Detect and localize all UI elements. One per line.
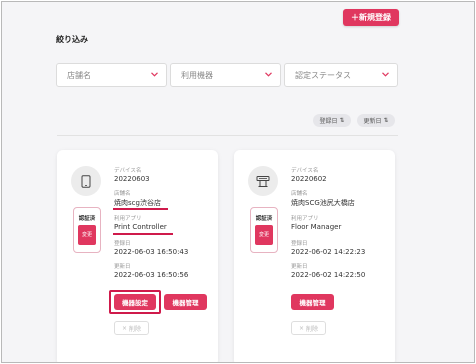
store-label: 店舗名	[291, 191, 308, 197]
sort-icon: ⇅	[339, 117, 345, 124]
cert-status-badge: 認証済 変更	[250, 207, 278, 253]
sort-updated-button[interactable]: 更新日 ⇅	[357, 114, 395, 127]
filter-title: 絞り込み	[56, 35, 88, 44]
app-label: 利用アプリ	[291, 216, 319, 222]
chevron-down-icon	[151, 71, 158, 79]
cert-status-select-placeholder: 認定ステータス	[295, 70, 351, 80]
sort-registered-label: 登録日	[319, 118, 338, 125]
store-value: 焼肉SCG池尻大橋店	[291, 199, 355, 207]
registered-label: 登録日	[291, 241, 308, 247]
app-frame: ＋新規登録 絞り込み 店舗名 利用機器 認定ステータス 登録日 ⇅ 更新日 ⇅	[1, 1, 475, 363]
sort-icon: ⇅	[383, 117, 389, 124]
new-registration-button[interactable]: ＋新規登録	[343, 9, 399, 26]
updated-label: 更新日	[114, 264, 131, 270]
tablet-icon	[71, 166, 101, 196]
registered-value: 2022-06-03 16:50:43	[114, 248, 189, 256]
printer-icon	[248, 166, 278, 196]
device-name-value: 20220603	[114, 175, 150, 183]
cert-status-label: 認証済	[78, 216, 96, 222]
updated-value: 2022-06-02 14:22:50	[291, 271, 366, 279]
app-value: Print Controller	[114, 223, 167, 231]
updated-value: 2022-06-03 16:50:56	[114, 271, 189, 279]
store-label: 店舗名	[114, 191, 131, 197]
device-name-value: 20220602	[291, 175, 327, 183]
delete-button[interactable]: × 削除	[291, 321, 326, 335]
app-value: Floor Manager	[291, 223, 342, 231]
delete-button[interactable]: × 削除	[114, 321, 149, 335]
device-settings-button[interactable]: 機器設定	[114, 294, 156, 310]
cert-status-label: 認証済	[255, 216, 273, 222]
app-underline	[113, 233, 173, 235]
store-value: 焼肉scg渋谷店	[114, 199, 161, 207]
cert-status-badge: 認証済 変更	[73, 207, 101, 253]
device-name-label: デバイス名	[291, 168, 319, 174]
device-manage-button[interactable]: 機器管理	[291, 294, 334, 310]
close-icon: ×	[298, 324, 304, 332]
cert-status-select[interactable]: 認定ステータス	[284, 63, 398, 87]
store-underline	[113, 208, 168, 210]
chevron-down-icon	[382, 71, 389, 79]
divider	[57, 135, 398, 136]
device-select[interactable]: 利用機器	[170, 63, 281, 87]
delete-label: 削除	[129, 325, 142, 333]
device-name-label: デバイス名	[114, 168, 142, 174]
device-select-placeholder: 利用機器	[181, 70, 213, 80]
device-manage-button[interactable]: 機器管理	[164, 294, 207, 310]
delete-label: 削除	[306, 325, 319, 333]
updated-label: 更新日	[291, 264, 308, 270]
device-card: 認証済 変更 デバイス名 20220603 店舗名 焼肉scg渋谷店 利用アプリ…	[57, 150, 218, 362]
close-icon: ×	[121, 324, 127, 332]
sort-registered-button[interactable]: 登録日 ⇅	[313, 114, 351, 127]
registered-label: 登録日	[114, 241, 131, 247]
store-name-select-placeholder: 店舗名	[67, 70, 91, 80]
registered-value: 2022-06-02 14:22:23	[291, 248, 366, 256]
cert-change-button[interactable]: 変更	[78, 225, 96, 245]
store-name-select[interactable]: 店舗名	[56, 63, 167, 87]
device-card: 認証済 変更 デバイス名 20220602 店舗名 焼肉SCG池尻大橋店 利用ア…	[234, 150, 395, 362]
app-label: 利用アプリ	[114, 216, 142, 222]
sort-updated-label: 更新日	[363, 118, 382, 125]
cert-change-button[interactable]: 変更	[255, 225, 273, 245]
chevron-down-icon	[265, 71, 272, 79]
